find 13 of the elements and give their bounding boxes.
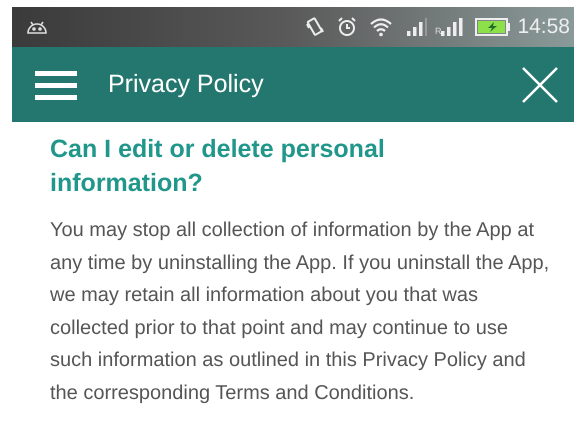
clock: 14:58 bbox=[517, 14, 570, 40]
close-icon[interactable] bbox=[522, 66, 558, 102]
signal-icon bbox=[441, 17, 466, 37]
alarm-icon bbox=[336, 16, 357, 38]
roaming-label: R bbox=[434, 24, 442, 38]
menu-icon[interactable] bbox=[35, 68, 77, 100]
app-bar-title: Privacy Policy bbox=[108, 68, 265, 100]
signal-icon bbox=[406, 17, 429, 37]
android-icon bbox=[26, 20, 48, 34]
wifi-icon bbox=[368, 17, 393, 37]
vibrate-icon bbox=[304, 16, 325, 38]
section-body: You may stop all collection of information by the App at any time by uninstalling the App. If you uninstall the App, we may retain all information about you that was collected prior to that point and may continue to use such information as outlined in this Privacy Policy and the corresponding Terms and Conditions. bbox=[50, 218, 550, 406]
section-heading: Can I edit or delete personal information? bbox=[50, 134, 386, 199]
